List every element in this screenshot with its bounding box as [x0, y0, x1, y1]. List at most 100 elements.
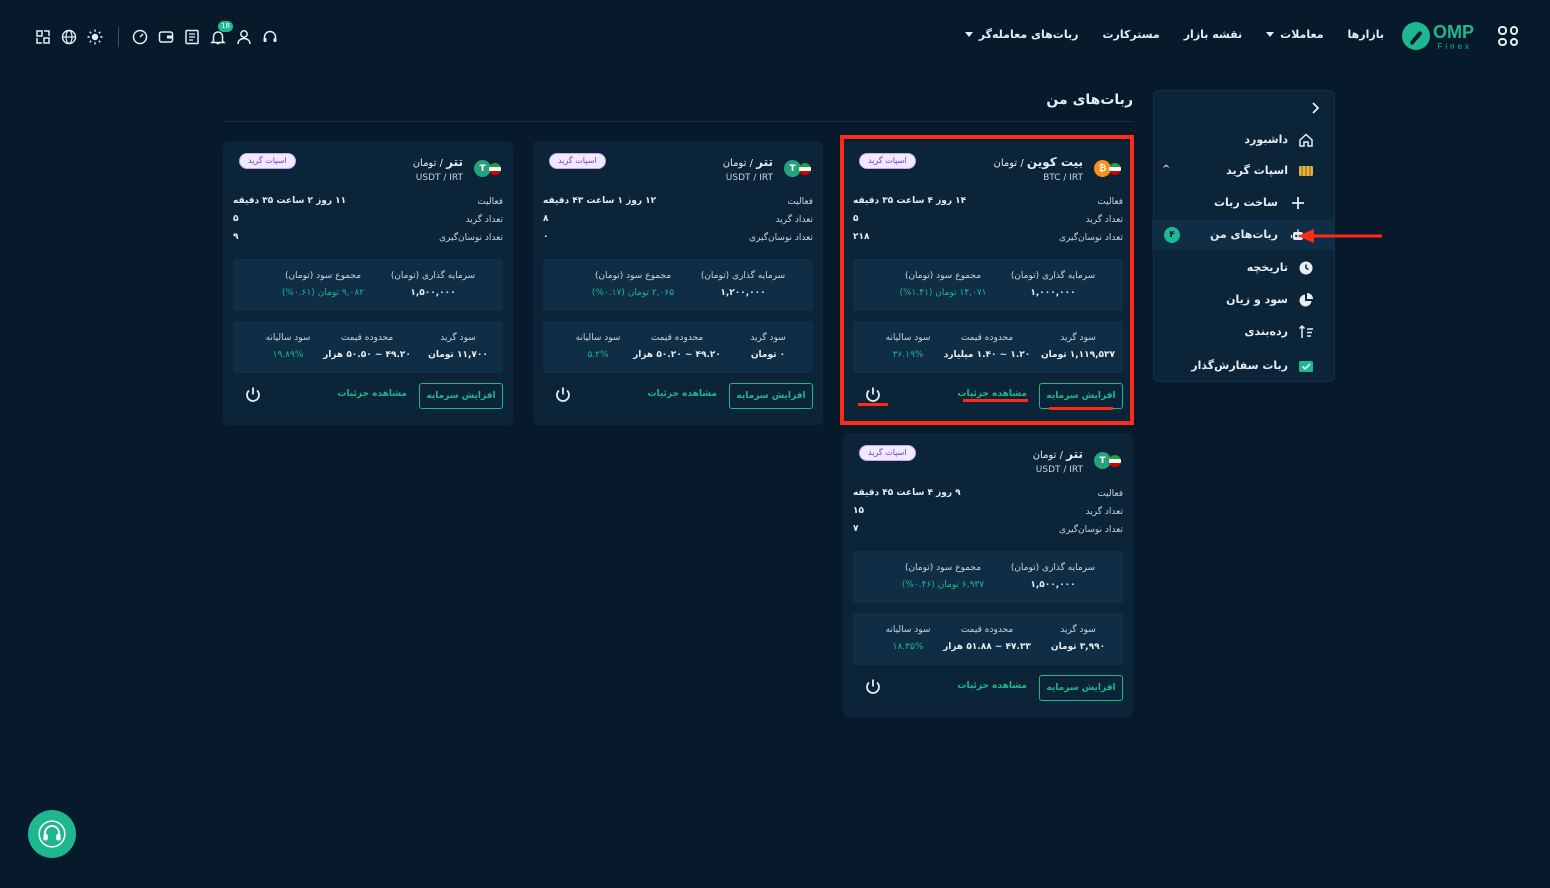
grid-profit-panel: سود گرید ۱۱,۷۰۰ تومان محدوده قیمت ۴۹.۲۰ ~ … [233, 321, 503, 373]
stat-swing-count: تعداد نوسان‌گیری ۷ [853, 524, 1123, 535]
nav-trades[interactable]: معاملات [1266, 28, 1324, 41]
chevron-up-icon[interactable]: ^ [1162, 164, 1170, 175]
increase-capital-button[interactable]: افزایش سرمایه [729, 383, 813, 409]
bot-card-header: T تتر / تومان USDT / IRT اسپات گرید [223, 141, 513, 193]
iran-flag-icon [1109, 163, 1121, 175]
nav-trader-bots[interactable]: ربات‌های معامله‌گر [964, 28, 1078, 41]
sidebar-item-label: ساخت ربات [1214, 196, 1278, 209]
increase-capital-button[interactable]: افزایش سرمایه [1039, 383, 1123, 409]
brand-logo[interactable]: OMP Finex [1402, 20, 1478, 52]
sidebar-item-label: ربات‌های من [1209, 228, 1278, 241]
title-divider [224, 121, 1134, 122]
increase-capital-button[interactable]: افزایش سرمایه [1039, 675, 1123, 701]
sidebar-item-label: داشبورد [1244, 133, 1288, 146]
sidebar-item-order-bot[interactable]: ربات سفارش‌گذار [1152, 351, 1334, 381]
power-icon[interactable] [863, 677, 883, 697]
sidebar-item-profit-loss[interactable]: سود و زیان [1152, 285, 1334, 315]
annotation-arrow [1298, 229, 1382, 243]
stat-swing-count: تعداد نوسان‌گیری ۹ [233, 232, 503, 243]
toolbar-divider [118, 27, 119, 47]
iran-flag-icon [489, 163, 501, 175]
pair-name: تتر / تومان [1032, 447, 1083, 461]
nav-markets[interactable]: بازارها [1348, 28, 1384, 41]
sidebar-item-label: ربات سفارش‌گذار [1191, 359, 1288, 372]
coin-pair-icon: T [1091, 452, 1121, 470]
stat-activity: فعالیت ۹ روز ۴ ساعت ۴۵ دقیقه [853, 488, 1123, 499]
orders-list-icon[interactable] [183, 28, 201, 46]
nav-market-map[interactable]: نقشه بازار [1184, 28, 1242, 41]
plus-icon [1290, 195, 1306, 211]
wallet-icon[interactable] [157, 28, 175, 46]
iran-flag-icon [1109, 455, 1121, 467]
bot-card: T تتر / تومان USDT / IRT اسپات گرید فعال… [533, 141, 823, 425]
sidebar-collapse-chevron-icon[interactable] [1308, 101, 1322, 115]
sidebar-item-create-bot[interactable]: ساخت ربات [1152, 188, 1334, 218]
pie-chart-icon [1298, 292, 1314, 308]
stat-grid-count: تعداد گرید ۵ [233, 214, 503, 225]
increase-capital-button[interactable]: افزایش سرمایه [419, 383, 503, 409]
sidebar-item-label: رده‌بندی [1244, 325, 1288, 338]
stat-activity: فعالیت ۱۴ روز ۴ ساعت ۳۵ دقیقه [853, 196, 1123, 207]
grid-profit-panel: سود گرید ۳,۹۹۰ تومان محدوده قیمت ۴۷.۳۳ ~ ۵… [853, 613, 1123, 665]
investment-panel: سرمایه گذاری (تومان) ۱,۰۰۰,۰۰۰ مجموع سود … [853, 259, 1123, 311]
view-details-link[interactable]: مشاهده جزئیات [957, 389, 1027, 399]
spot-grid-tag: اسپات گرید [549, 153, 606, 169]
user-profile-icon[interactable] [235, 28, 253, 46]
power-icon[interactable] [863, 385, 883, 405]
page-title: ربات‌های من [1046, 92, 1133, 108]
speedometer-icon[interactable] [131, 28, 149, 46]
main-nav: بازارها معاملات نقشه بازار مسترکارت ربات… [964, 28, 1384, 41]
sidebar-item-label: سود و زیان [1226, 293, 1288, 306]
grid-bot-icon [1298, 163, 1314, 179]
theme-sun-icon[interactable] [86, 28, 104, 46]
annotation-underline [1049, 407, 1113, 410]
brand-name: OMP [1432, 22, 1474, 42]
chevron-down-icon [1266, 32, 1275, 37]
power-icon[interactable] [243, 385, 263, 405]
support-chat-button[interactable] [28, 810, 76, 858]
brand-mark-icon [1402, 22, 1430, 50]
bot-card-actions: افزایش سرمایه مشاهده جزئیات [533, 373, 823, 425]
sidebar-item-label: اسپات گرید [1226, 164, 1288, 177]
top-bar: OMP Finex بازارها معاملات نقشه بازار مست… [0, 0, 1550, 72]
language-globe-icon[interactable] [60, 28, 78, 46]
sidebar-item-ranking[interactable]: رده‌بندی [1152, 317, 1334, 347]
sidebar-item-history[interactable]: تاریخچه [1152, 253, 1334, 283]
sidebar-item-dashboard[interactable]: داشبورد [1152, 125, 1334, 155]
spot-grid-tag: اسپات گرید [859, 445, 916, 461]
bot-card: ₿ بیت کوین / تومان BTC / IRT اسپات گرید … [843, 141, 1133, 425]
bot-card-header: T تتر / تومان USDT / IRT اسپات گرید [843, 433, 1133, 485]
view-details-link[interactable]: مشاهده جزئیات [647, 389, 717, 399]
stat-grid-count: تعداد گرید ۸ [543, 214, 813, 225]
bot-card-actions: افزایش سرمایه مشاهده جزئیات [223, 373, 513, 425]
app-download-icon[interactable] [34, 28, 52, 46]
bot-card-actions: افزایش سرمایه مشاهده جزئیات [843, 665, 1133, 717]
stat-grid-count: تعداد گرید ۵ [853, 214, 1123, 225]
power-icon[interactable] [553, 385, 573, 405]
stat-swing-count: تعداد نوسان‌گیری ۰ [543, 232, 813, 243]
view-details-link[interactable]: مشاهده جزئیات [957, 681, 1027, 691]
chevron-down-icon [964, 32, 973, 37]
my-bots-count-badge: ۴ [1164, 227, 1180, 243]
clock-icon [1298, 260, 1314, 276]
notification-bell-icon[interactable]: 18 [209, 21, 233, 46]
sidebar-item-spot-grid[interactable]: اسپات گرید ^ [1152, 156, 1334, 186]
coin-pair-icon: ₿ [1091, 160, 1121, 178]
view-details-link[interactable]: مشاهده جزئیات [337, 389, 407, 399]
ranking-sort-icon [1298, 324, 1314, 340]
nav-masterkart[interactable]: مسترکارت [1102, 28, 1159, 41]
apps-grid-icon[interactable] [1498, 26, 1518, 46]
pair-code: BTC / IRT [1043, 173, 1083, 183]
bot-card: T تتر / تومان USDT / IRT اسپات گرید فعال… [843, 433, 1133, 717]
sidebar-item-label: تاریخچه [1246, 261, 1288, 274]
bot-card: T تتر / تومان USDT / IRT اسپات گرید فعال… [223, 141, 513, 425]
pair-name: بیت کوین / تومان [993, 155, 1083, 169]
support-headset-icon[interactable] [261, 28, 279, 46]
pair-code: USDT / IRT [415, 173, 463, 183]
pair-name: تتر / تومان [412, 155, 463, 169]
spot-grid-tag: اسپات گرید [239, 153, 296, 169]
stat-grid-count: تعداد گرید ۱۵ [853, 506, 1123, 517]
iran-flag-icon [799, 163, 811, 175]
brand-subtitle: Finex [1437, 42, 1472, 51]
investment-panel: سرمایه گذاری (تومان) ۱,۵۰۰,۰۰۰ مجموع سود … [853, 551, 1123, 603]
